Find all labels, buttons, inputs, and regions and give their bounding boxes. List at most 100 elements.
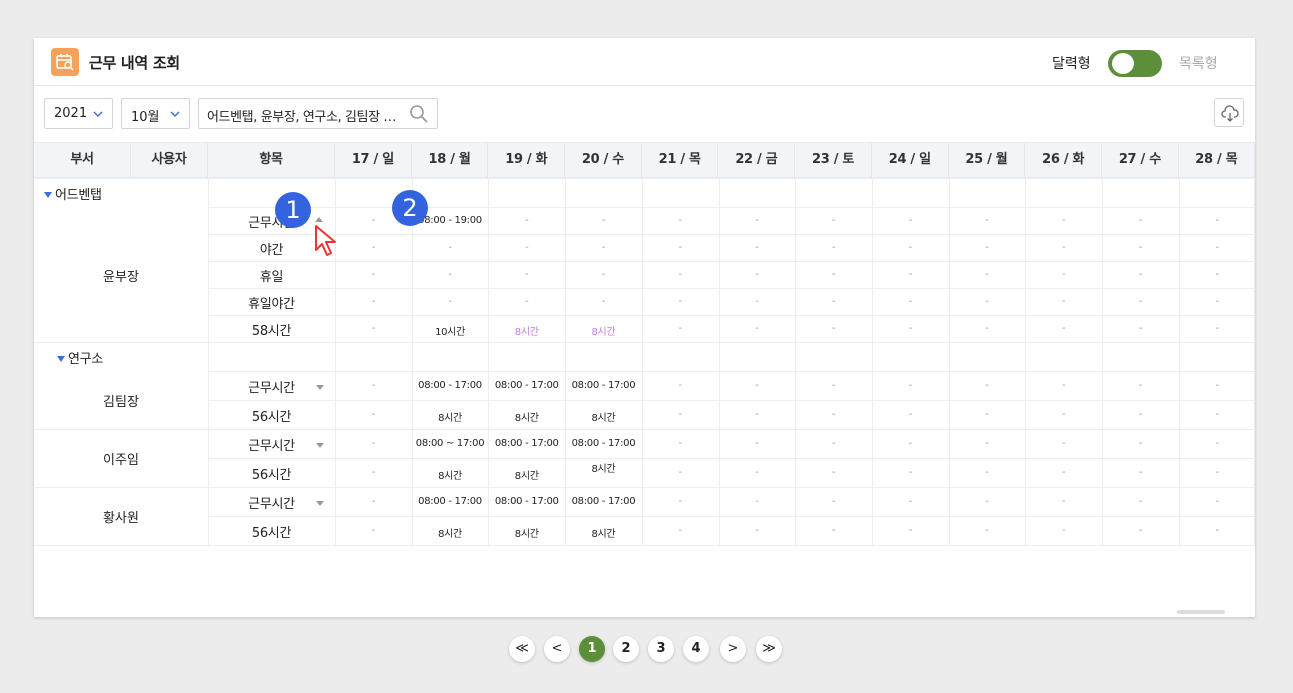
day-cell[interactable]: -: [1025, 269, 1102, 280]
day-cell[interactable]: -: [1179, 323, 1256, 334]
day-cell[interactable]: -: [949, 296, 1026, 307]
day-cell[interactable]: -: [335, 323, 412, 334]
day-cell[interactable]: -: [488, 242, 565, 253]
day-cell[interactable]: 10시간: [412, 323, 489, 338]
day-cell[interactable]: -: [719, 323, 796, 334]
day-cell[interactable]: 8시간: [565, 460, 642, 475]
day-cell[interactable]: -: [1179, 242, 1256, 253]
day-cell[interactable]: -: [795, 525, 872, 536]
day-cell[interactable]: -: [1025, 380, 1102, 391]
day-cell[interactable]: -: [949, 323, 1026, 334]
day-cell[interactable]: 08:00 - 17:00: [488, 380, 565, 391]
dropdown-caret-icon[interactable]: [316, 443, 324, 448]
day-cell[interactable]: -: [1025, 409, 1102, 420]
day-cell[interactable]: 08:00 - 17:00: [565, 380, 642, 391]
day-cell[interactable]: -: [488, 296, 565, 307]
dept-group-label[interactable]: 어드벤탭: [44, 184, 102, 203]
day-cell[interactable]: -: [795, 269, 872, 280]
day-cell[interactable]: -: [949, 242, 1026, 253]
day-cell[interactable]: -: [1179, 296, 1256, 307]
day-cell[interactable]: -: [1025, 525, 1102, 536]
page-4-button[interactable]: 4: [683, 636, 709, 662]
day-cell[interactable]: -: [1179, 409, 1256, 420]
day-cell[interactable]: -: [642, 438, 719, 449]
day-cell[interactable]: -: [719, 215, 796, 226]
day-cell[interactable]: -: [1102, 496, 1179, 507]
day-cell[interactable]: -: [565, 215, 642, 226]
day-cell[interactable]: -: [565, 242, 642, 253]
day-cell[interactable]: -: [642, 496, 719, 507]
day-cell[interactable]: 08:00 - 17:00: [412, 496, 489, 507]
day-cell[interactable]: -: [1179, 467, 1256, 478]
day-cell[interactable]: 8시간: [488, 323, 565, 338]
day-cell[interactable]: 8시간: [412, 467, 489, 482]
day-cell[interactable]: -: [719, 380, 796, 391]
day-cell[interactable]: -: [872, 296, 949, 307]
day-cell[interactable]: -: [642, 269, 719, 280]
day-cell[interactable]: -: [872, 215, 949, 226]
page-3-button[interactable]: 3: [648, 636, 674, 662]
day-cell[interactable]: -: [949, 467, 1026, 478]
day-cell[interactable]: -: [565, 296, 642, 307]
day-cell[interactable]: -: [565, 269, 642, 280]
day-cell[interactable]: -: [872, 438, 949, 449]
day-cell[interactable]: -: [949, 409, 1026, 420]
day-cell[interactable]: -: [1179, 215, 1256, 226]
day-cell[interactable]: -: [335, 380, 412, 391]
day-cell[interactable]: -: [335, 525, 412, 536]
day-cell[interactable]: -: [795, 380, 872, 391]
day-cell[interactable]: -: [719, 296, 796, 307]
day-cell[interactable]: -: [719, 525, 796, 536]
day-cell[interactable]: -: [795, 215, 872, 226]
day-cell[interactable]: -: [1102, 438, 1179, 449]
day-cell[interactable]: -: [872, 409, 949, 420]
day-cell[interactable]: -: [1025, 438, 1102, 449]
day-cell[interactable]: -: [719, 438, 796, 449]
sort-caret-icon[interactable]: [315, 217, 323, 222]
day-cell[interactable]: -: [949, 269, 1026, 280]
month-select[interactable]: 10월: [121, 98, 190, 129]
day-cell[interactable]: 08:00 - 17:00: [488, 496, 565, 507]
next-page-button[interactable]: >: [720, 636, 746, 662]
day-cell[interactable]: -: [1025, 496, 1102, 507]
day-cell[interactable]: -: [719, 467, 796, 478]
last-page-button[interactable]: ≫: [756, 636, 782, 662]
download-button[interactable]: [1214, 98, 1244, 127]
day-cell[interactable]: -: [1102, 467, 1179, 478]
day-cell[interactable]: -: [719, 409, 796, 420]
day-cell[interactable]: -: [1025, 215, 1102, 226]
day-cell[interactable]: -: [1025, 467, 1102, 478]
day-cell[interactable]: -: [1179, 380, 1256, 391]
year-select[interactable]: 2021: [44, 98, 113, 129]
day-cell[interactable]: 8시간: [412, 409, 489, 424]
day-cell[interactable]: -: [335, 438, 412, 449]
day-cell[interactable]: -: [719, 269, 796, 280]
day-cell[interactable]: -: [872, 467, 949, 478]
day-cell[interactable]: -: [1102, 323, 1179, 334]
dropdown-caret-icon[interactable]: [316, 501, 324, 506]
day-cell[interactable]: 8시간: [565, 525, 642, 540]
search-icon[interactable]: [409, 104, 429, 124]
day-cell[interactable]: -: [795, 242, 872, 253]
day-cell[interactable]: -: [795, 323, 872, 334]
expand-triangle-icon[interactable]: [57, 356, 65, 362]
day-cell[interactable]: -: [949, 380, 1026, 391]
day-cell[interactable]: -: [1102, 380, 1179, 391]
day-cell[interactable]: -: [335, 269, 412, 280]
day-cell[interactable]: -: [1179, 525, 1256, 536]
day-cell[interactable]: -: [795, 409, 872, 420]
day-cell[interactable]: -: [1025, 296, 1102, 307]
day-cell[interactable]: -: [1025, 242, 1102, 253]
day-cell[interactable]: -: [872, 380, 949, 391]
day-cell[interactable]: -: [872, 323, 949, 334]
dropdown-caret-icon[interactable]: [316, 385, 324, 390]
day-cell[interactable]: -: [1102, 269, 1179, 280]
day-cell[interactable]: 08:00 - 17:00: [565, 496, 642, 507]
day-cell[interactable]: -: [335, 242, 412, 253]
day-cell[interactable]: -: [949, 525, 1026, 536]
day-cell[interactable]: -: [872, 269, 949, 280]
day-cell[interactable]: 08:00 - 17:00: [412, 380, 489, 391]
day-cell[interactable]: 8시간: [488, 525, 565, 540]
day-cell[interactable]: 8시간: [565, 409, 642, 424]
day-cell[interactable]: -: [795, 296, 872, 307]
